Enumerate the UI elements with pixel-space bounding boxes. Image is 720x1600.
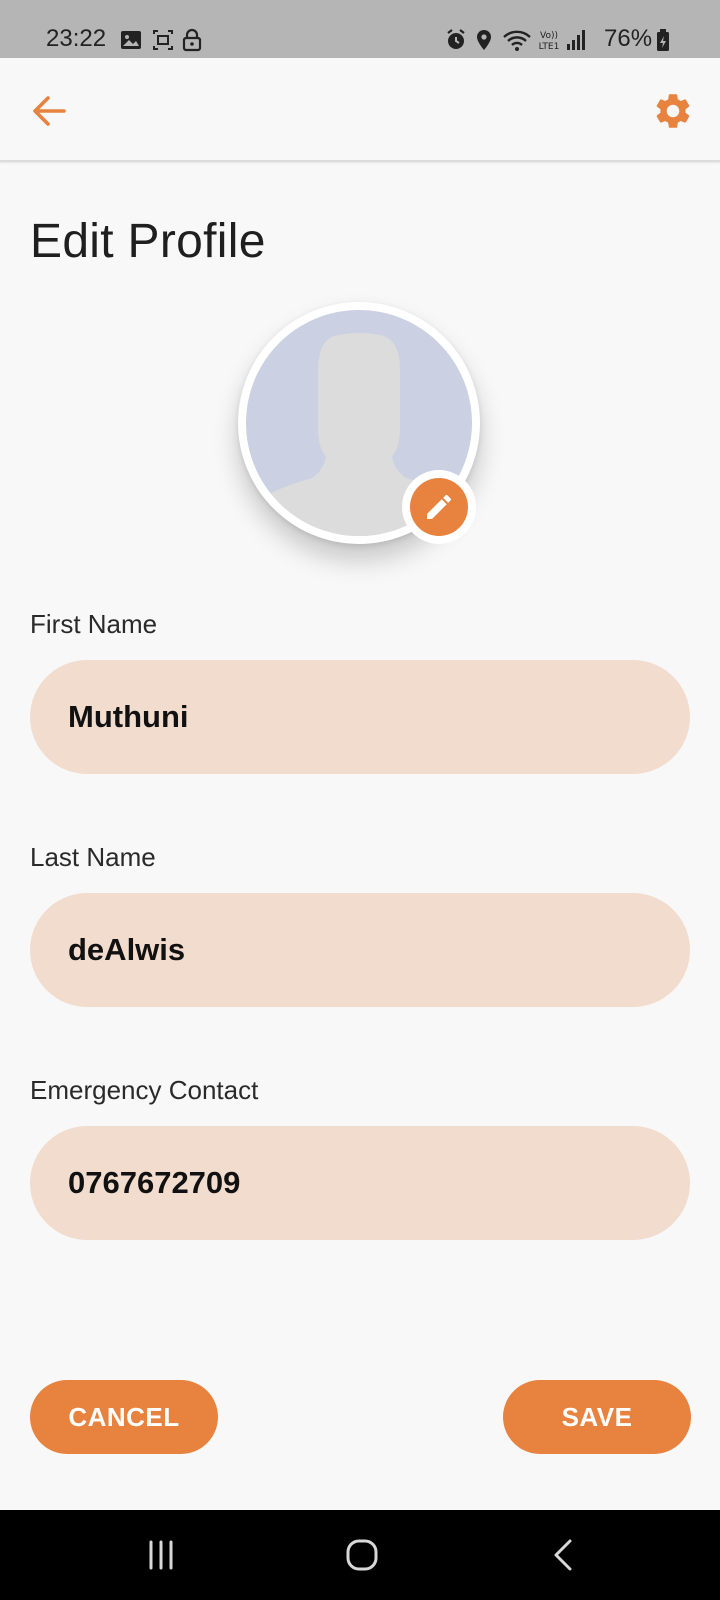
emergency-contact-input[interactable] xyxy=(30,1126,690,1240)
gear-icon[interactable] xyxy=(652,90,694,132)
signal-icon xyxy=(567,30,585,50)
arrow-left-icon[interactable] xyxy=(26,88,72,134)
page-title: Edit Profile xyxy=(30,215,266,268)
last-name-input[interactable] xyxy=(30,893,690,1007)
cancel-button[interactable]: CANCEL xyxy=(30,1380,218,1454)
gallery-icon xyxy=(121,31,141,49)
app-bar xyxy=(0,58,720,162)
wifi-icon xyxy=(503,30,531,51)
edit-avatar-badge xyxy=(410,478,468,536)
status-bar: 23:22 Vo)) LTE1 76% xyxy=(0,0,720,58)
home-icon[interactable] xyxy=(344,1537,380,1573)
battery-percent: 76% xyxy=(604,25,653,52)
system-nav-bar xyxy=(0,1510,720,1600)
battery-icon xyxy=(657,29,669,51)
status-time: 23:22 xyxy=(46,25,107,52)
lock-icon xyxy=(182,28,202,52)
location-icon xyxy=(477,30,491,50)
avatar-container xyxy=(238,302,480,544)
alarm-icon xyxy=(447,29,465,49)
back-nav-icon[interactable] xyxy=(546,1537,582,1573)
screenshot-icon xyxy=(153,30,173,50)
emergency-contact-label: Emergency Contact xyxy=(30,1075,259,1105)
pencil-icon xyxy=(427,494,452,519)
svg-text:LTE1: LTE1 xyxy=(539,42,560,52)
edit-avatar-button[interactable] xyxy=(402,470,476,544)
recent-apps-icon[interactable] xyxy=(143,1537,179,1573)
last-name-label: Last Name xyxy=(30,842,156,872)
first-name-input[interactable] xyxy=(30,660,690,774)
volte-icon: Vo)) LTE1 xyxy=(539,31,560,52)
save-button[interactable]: SAVE xyxy=(503,1380,691,1454)
svg-text:Vo)): Vo)) xyxy=(540,31,558,41)
first-name-label: First Name xyxy=(30,609,158,639)
